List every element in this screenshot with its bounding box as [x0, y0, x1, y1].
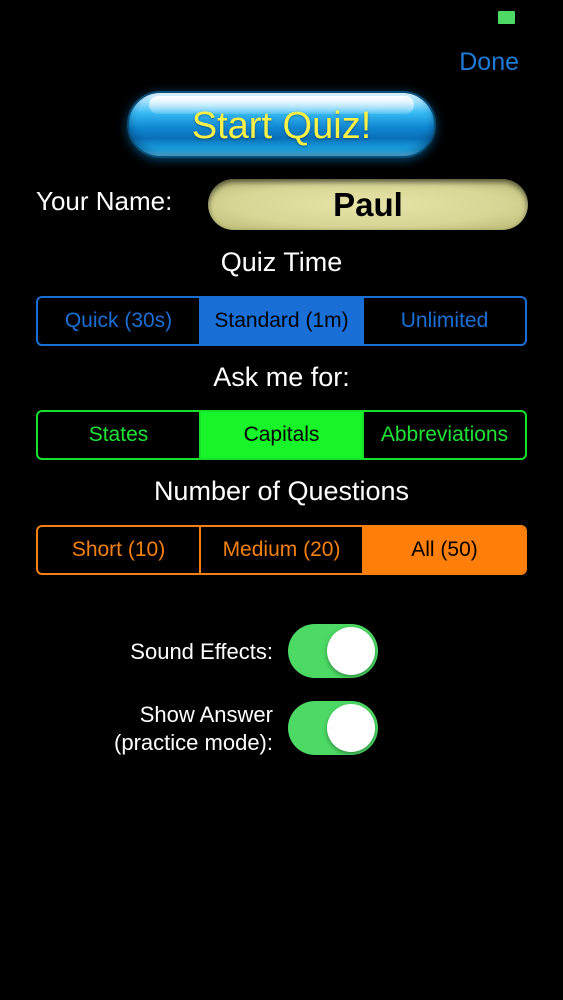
- segment-abbreviations[interactable]: Abbreviations: [362, 412, 525, 458]
- quiz-settings-screen: Done Start Quiz! Your Name: Quiz Time Qu…: [0, 0, 563, 1000]
- your-name-label: Your Name:: [36, 186, 173, 216]
- segment-short[interactable]: Short (10): [38, 527, 199, 573]
- segment-capitals[interactable]: Capitals: [199, 412, 362, 458]
- ask-for-segmented-control: States Capitals Abbreviations: [36, 410, 527, 460]
- quiz-time-title: Quiz Time: [220, 247, 343, 277]
- battery-icon: [498, 11, 515, 24]
- start-quiz-button[interactable]: Start Quiz!: [127, 91, 436, 158]
- show-answer-label-line2: (practice mode):: [114, 730, 273, 755]
- number-of-questions-segmented-control: Short (10) Medium (20) All (50): [36, 525, 527, 575]
- segment-unlimited[interactable]: Unlimited: [362, 298, 525, 344]
- sound-effects-label: Sound Effects:: [130, 639, 273, 664]
- show-answer-label: Show Answer (practice mode):: [114, 701, 273, 757]
- segment-states[interactable]: States: [38, 412, 199, 458]
- toggle-knob: [327, 627, 375, 675]
- toggle-knob: [327, 704, 375, 752]
- name-input[interactable]: [208, 179, 528, 230]
- segment-standard[interactable]: Standard (1m): [199, 298, 362, 344]
- segment-all[interactable]: All (50): [362, 527, 525, 573]
- start-quiz-label: Start Quiz!: [191, 105, 372, 147]
- segment-quick[interactable]: Quick (30s): [38, 298, 199, 344]
- segment-medium[interactable]: Medium (20): [199, 527, 362, 573]
- number-of-questions-title: Number of Questions: [153, 476, 410, 506]
- show-answer-label-line1: Show Answer: [139, 702, 273, 727]
- sound-effects-toggle[interactable]: [288, 624, 378, 678]
- done-button[interactable]: Done: [459, 48, 519, 77]
- quiz-time-segmented-control: Quick (30s) Standard (1m) Unlimited: [36, 296, 527, 346]
- show-answer-toggle[interactable]: [288, 701, 378, 755]
- ask-me-for-title: Ask me for:: [213, 362, 350, 392]
